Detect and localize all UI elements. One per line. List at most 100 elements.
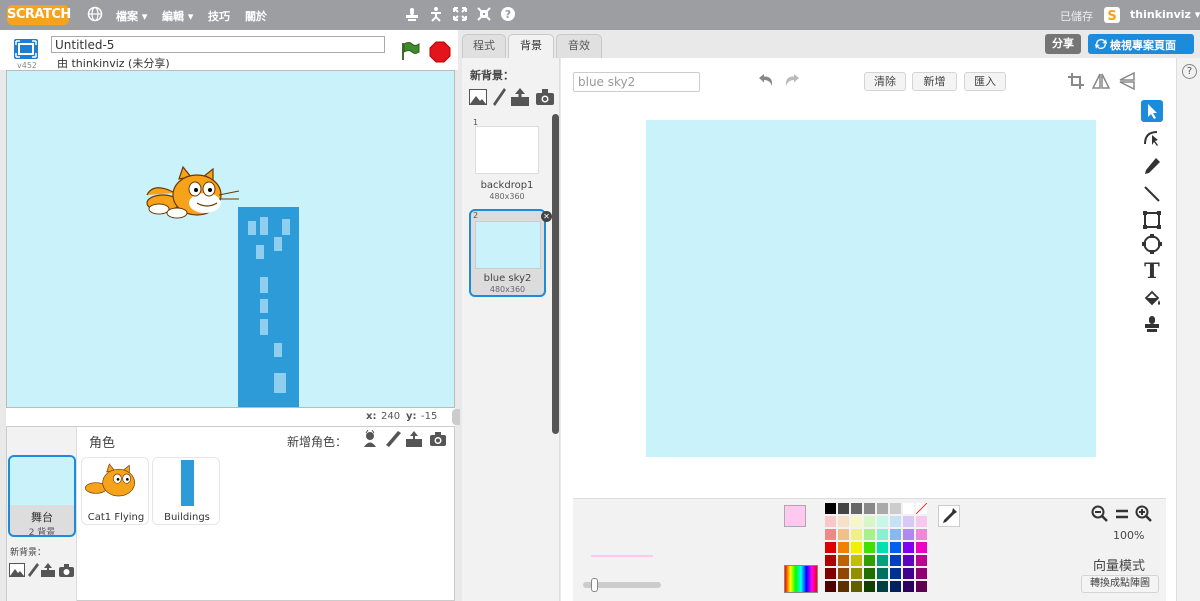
palette-swatch[interactable] <box>916 529 927 540</box>
reshape-tool-icon[interactable] <box>1142 127 1162 147</box>
paint-new-sprite-icon[interactable] <box>384 430 402 448</box>
undo-icon[interactable] <box>758 73 774 87</box>
menu-edit[interactable]: 編輯 ▾ <box>162 8 193 24</box>
camera-backdrop-icon[interactable] <box>59 564 74 577</box>
transparent-swatch[interactable] <box>916 503 927 514</box>
palette-swatch[interactable] <box>916 555 927 566</box>
backdrop-library-icon[interactable] <box>469 89 487 105</box>
palette-swatch[interactable] <box>825 516 836 527</box>
clear-button[interactable]: 清除 <box>864 72 906 91</box>
palette-swatch[interactable] <box>851 542 862 553</box>
palette-swatch[interactable] <box>851 516 862 527</box>
palette-swatch[interactable] <box>838 581 849 592</box>
palette-swatch[interactable] <box>903 542 914 553</box>
palette-swatch[interactable] <box>916 568 927 579</box>
palette-swatch[interactable] <box>864 503 875 514</box>
palette-swatch[interactable] <box>825 503 836 514</box>
palette-swatch[interactable] <box>851 555 862 566</box>
costume-name-input[interactable] <box>573 72 700 92</box>
select-tool[interactable] <box>1141 100 1163 122</box>
menu-about[interactable]: 關於 <box>245 8 267 24</box>
palette-swatch[interactable] <box>890 516 901 527</box>
backdrop-item-selected[interactable]: 2 blue sky2 480x360 ✕ <box>469 209 552 297</box>
rectangle-tool-icon[interactable] <box>1142 210 1162 230</box>
backdrop-item[interactable]: 1 backdrop1 480x360 <box>469 116 547 204</box>
green-flag-icon[interactable] <box>399 40 421 62</box>
palette-swatch[interactable] <box>838 503 849 514</box>
tab-backdrops[interactable]: 背景 <box>508 34 554 58</box>
delete-backdrop-icon[interactable]: ✕ <box>541 211 552 222</box>
palette-swatch[interactable] <box>838 516 849 527</box>
choose-sprite-from-library-icon[interactable] <box>361 429 379 448</box>
grow-icon[interactable] <box>451 6 469 26</box>
menu-tips[interactable]: 技巧 <box>208 8 230 24</box>
share-button[interactable]: 分享 <box>1045 34 1081 54</box>
palette-swatch[interactable] <box>864 529 875 540</box>
palette-swatch[interactable] <box>877 503 888 514</box>
globe-icon[interactable] <box>86 6 104 26</box>
palette-swatch[interactable] <box>890 555 901 566</box>
palette-swatch[interactable] <box>877 581 888 592</box>
color-palette[interactable] <box>825 503 931 595</box>
palette-swatch[interactable] <box>903 529 914 540</box>
palette-swatch[interactable] <box>838 529 849 540</box>
eyedropper-icon[interactable] <box>938 505 960 527</box>
ellipse-tool-icon[interactable] <box>1142 234 1162 254</box>
palette-swatch[interactable] <box>890 503 901 514</box>
convert-to-bitmap-button[interactable]: 轉換成點陣圖 <box>1081 575 1159 593</box>
palette-swatch[interactable] <box>877 568 888 579</box>
crop-icon[interactable] <box>1068 73 1084 89</box>
upload-sprite-icon[interactable] <box>405 430 423 448</box>
palette-swatch[interactable] <box>916 542 927 553</box>
scratch-logo[interactable]: SCRATCH <box>7 5 71 25</box>
paint-backdrop-icon[interactable] <box>27 563 39 577</box>
zoom-in-icon[interactable] <box>1135 505 1153 523</box>
palette-swatch[interactable] <box>877 516 888 527</box>
fill-tool-icon[interactable] <box>1143 290 1161 308</box>
sprite-thumb-cat[interactable]: Cat1 Flying <box>81 457 149 525</box>
palette-swatch[interactable] <box>838 568 849 579</box>
palette-swatch[interactable] <box>877 555 888 566</box>
presentation-mode-icon[interactable] <box>13 38 39 60</box>
palette-swatch[interactable] <box>864 555 875 566</box>
palette-swatch[interactable] <box>903 555 914 566</box>
palette-swatch[interactable] <box>851 529 862 540</box>
palette-swatch[interactable] <box>851 581 862 592</box>
slider-thumb[interactable] <box>591 578 598 592</box>
palette-swatch[interactable] <box>903 581 914 592</box>
zoom-reset-icon[interactable] <box>1114 506 1130 522</box>
palette-swatch[interactable] <box>864 568 875 579</box>
line-tool-icon[interactable] <box>1143 185 1161 203</box>
flip-horizontal-icon[interactable] <box>1092 72 1110 90</box>
see-project-page-button[interactable]: 檢視專案頁面 <box>1088 34 1194 54</box>
username-menu[interactable]: thinkinviz ▾ <box>1130 8 1200 21</box>
upload-backdrop-icon[interactable] <box>41 563 55 577</box>
primary-color-swatch[interactable] <box>784 505 806 527</box>
zoom-out-icon[interactable] <box>1091 505 1109 523</box>
cut-icon[interactable] <box>427 6 445 26</box>
color-spectrum-button[interactable] <box>784 565 818 593</box>
stage-canvas[interactable] <box>6 70 455 408</box>
help-icon[interactable]: ? <box>1182 64 1197 79</box>
palette-swatch[interactable] <box>825 529 836 540</box>
add-button[interactable]: 新增 <box>912 72 957 91</box>
paint-canvas[interactable] <box>646 120 1096 457</box>
duplicate-stamp-icon[interactable] <box>403 6 421 26</box>
upload-backdrop-icon[interactable] <box>511 88 529 106</box>
collapse-stage-handle[interactable] <box>452 409 460 425</box>
palette-swatch[interactable] <box>877 529 888 540</box>
backdrop-library-icon[interactable] <box>9 563 25 577</box>
menu-file[interactable]: 檔案 ▾ <box>116 8 147 24</box>
palette-swatch[interactable] <box>890 542 901 553</box>
import-button[interactable]: 匯入 <box>964 72 1006 91</box>
palette-swatch[interactable] <box>877 542 888 553</box>
palette-swatch[interactable] <box>825 581 836 592</box>
help-circle-icon[interactable]: ? <box>499 6 517 26</box>
palette-swatch[interactable] <box>916 516 927 527</box>
tab-scripts[interactable]: 程式 <box>462 34 506 58</box>
palette-swatch[interactable] <box>916 581 927 592</box>
user-avatar[interactable]: S <box>1104 7 1120 24</box>
palette-swatch[interactable] <box>838 542 849 553</box>
shrink-icon[interactable] <box>475 6 493 26</box>
palette-swatch[interactable] <box>825 568 836 579</box>
